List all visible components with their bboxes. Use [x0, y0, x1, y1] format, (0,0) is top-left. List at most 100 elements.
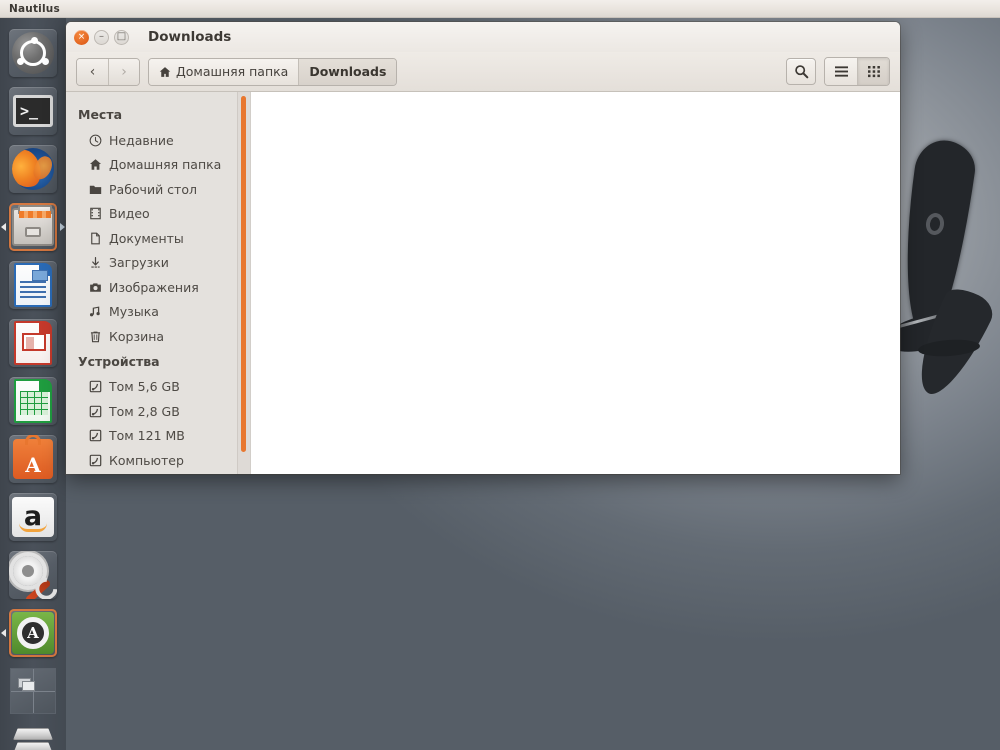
grid-view-icon — [867, 65, 881, 78]
sidebar-item-label: Видео — [109, 206, 150, 222]
trash-icon — [88, 329, 102, 343]
libreoffice-writer-icon — [14, 263, 52, 307]
sidebar-item-home[interactable]: Домашняя папка — [66, 153, 250, 178]
camera-icon — [88, 280, 102, 294]
sidebar-item-label: Том 2,8 GB — [109, 403, 180, 419]
sidebar-scrollbar-track[interactable] — [237, 92, 250, 474]
launcher-item-amazon[interactable]: a — [0, 488, 66, 546]
breadcrumb-item-downloads[interactable]: Downloads — [298, 58, 397, 85]
sidebar-item-recent[interactable]: Недавние — [66, 128, 250, 153]
launcher-item-trash[interactable] — [0, 720, 66, 750]
sidebar-item-label: Корзина — [109, 328, 165, 344]
minimize-icon[interactable]: – — [94, 29, 109, 45]
sidebar-item-desktop[interactable]: Рабочий стол — [66, 177, 250, 202]
navigation-buttons: ‹ › — [76, 57, 140, 86]
drive-icon — [88, 429, 102, 443]
software-updater-icon: A — [12, 612, 54, 654]
sidebar-item-pictures[interactable]: Изображения — [66, 275, 250, 300]
folder-icon — [88, 182, 102, 196]
maximize-icon[interactable]: □ — [114, 29, 129, 45]
close-icon[interactable]: × — [74, 29, 89, 45]
drive-icon — [88, 453, 102, 467]
back-button[interactable]: ‹ — [77, 58, 108, 85]
launcher-item-software-center[interactable]: A — [0, 430, 66, 488]
sidebar-scrollbar-thumb[interactable] — [241, 96, 246, 452]
window-toolbar: ‹ › Домашняя папка Downloads — [66, 52, 900, 92]
amazon-icon: a — [12, 497, 54, 537]
top-panel: Nautilus — [0, 0, 1000, 18]
sidebar-item-label: Загрузки — [109, 255, 169, 271]
sidebar-item-documents[interactable]: Документы — [66, 226, 250, 251]
sidebar-item-label: Документы — [109, 230, 184, 246]
sidebar-item-label: Изображения — [109, 279, 199, 295]
breadcrumb-item-home[interactable]: Домашняя папка — [149, 58, 299, 85]
libreoffice-impress-icon — [14, 321, 52, 365]
sidebar-item-downloads[interactable]: Загрузки — [66, 251, 250, 276]
file-list-view[interactable] — [250, 92, 900, 474]
focused-indicator-icon — [60, 223, 65, 231]
sidebar-item-volume-1[interactable]: Том 5,6 GB — [66, 375, 250, 400]
window-body: Места Недавние Домашняя папка Рабочий ст… — [66, 92, 900, 474]
sidebar-item-computer[interactable]: Компьютер — [66, 448, 250, 473]
sidebar-item-volume-3[interactable]: Том 121 MB — [66, 424, 250, 449]
system-settings-icon — [12, 554, 54, 599]
unity-launcher: >_ A a A — [0, 18, 66, 750]
sidebar-item-label: Музыка — [109, 304, 159, 320]
sidebar-item-label: Том 121 MB — [109, 428, 185, 444]
sidebar-item-label: Компьютер — [109, 452, 184, 468]
launcher-item-terminal[interactable]: >_ — [0, 82, 66, 140]
film-icon — [88, 207, 102, 221]
home-icon — [159, 66, 171, 78]
places-sidebar: Места Недавние Домашняя папка Рабочий ст… — [66, 92, 250, 474]
sidebar-item-music[interactable]: Музыка — [66, 300, 250, 325]
view-mode-buttons — [824, 57, 890, 86]
forward-button[interactable]: › — [108, 58, 139, 85]
sidebar-heading-places: Места — [78, 107, 123, 122]
search-icon — [794, 64, 809, 79]
sidebar-item-trash[interactable]: Корзина — [66, 324, 250, 349]
sidebar-item-label: Том 5,6 GB — [109, 379, 180, 395]
sidebar-item-label: Домашняя папка — [109, 157, 222, 173]
music-icon — [88, 305, 102, 319]
sidebar-item-label: Рабочий стол — [109, 181, 197, 197]
launcher-item-system-settings[interactable] — [0, 546, 66, 604]
launcher-item-ubuntu-dash[interactable] — [0, 24, 66, 82]
ubuntu-logo-icon — [12, 32, 54, 74]
sidebar-item-volume-2[interactable]: Том 2,8 GB — [66, 399, 250, 424]
search-button[interactable] — [786, 58, 816, 85]
trash-icon — [10, 726, 56, 750]
document-icon — [88, 231, 102, 245]
clock-icon — [88, 133, 102, 147]
sidebar-heading-devices: Устройства — [78, 353, 160, 369]
launcher-item-workspace-switcher[interactable] — [0, 662, 66, 720]
workspace-switcher-icon — [10, 668, 56, 714]
software-center-icon: A — [13, 435, 53, 479]
panel-app-title[interactable]: Nautilus — [0, 3, 60, 15]
grid-view-button[interactable] — [857, 58, 889, 85]
terminal-icon: >_ — [13, 95, 53, 127]
firefox-icon — [12, 148, 54, 190]
window-titlebar[interactable]: × – □ Downloads — [66, 22, 900, 52]
window-title: Downloads — [148, 29, 232, 45]
download-icon — [88, 256, 102, 270]
sidebar-item-label: Недавние — [109, 132, 174, 148]
running-indicator-icon — [1, 223, 6, 231]
file-manager-icon — [12, 205, 54, 246]
launcher-item-libreoffice-calc[interactable] — [0, 372, 66, 430]
home-icon — [88, 158, 102, 172]
launcher-item-libreoffice-writer[interactable] — [0, 256, 66, 314]
list-view-icon — [834, 65, 849, 78]
sidebar-item-videos[interactable]: Видео — [66, 202, 250, 227]
drive-icon — [88, 404, 102, 418]
breadcrumb: Домашняя папка Downloads — [148, 57, 398, 86]
running-indicator-icon — [1, 629, 6, 637]
breadcrumb-item-label: Домашняя папка — [176, 64, 289, 79]
nautilus-window: × – □ Downloads ‹ › Домашняя папка Downl… — [66, 22, 900, 474]
launcher-item-firefox[interactable] — [0, 140, 66, 198]
list-view-button[interactable] — [825, 58, 857, 85]
drive-icon — [88, 380, 102, 394]
launcher-item-software-updater[interactable]: A — [0, 604, 66, 662]
launcher-item-nautilus[interactable] — [0, 198, 66, 256]
breadcrumb-item-label: Downloads — [309, 64, 387, 79]
launcher-item-libreoffice-impress[interactable] — [0, 314, 66, 372]
